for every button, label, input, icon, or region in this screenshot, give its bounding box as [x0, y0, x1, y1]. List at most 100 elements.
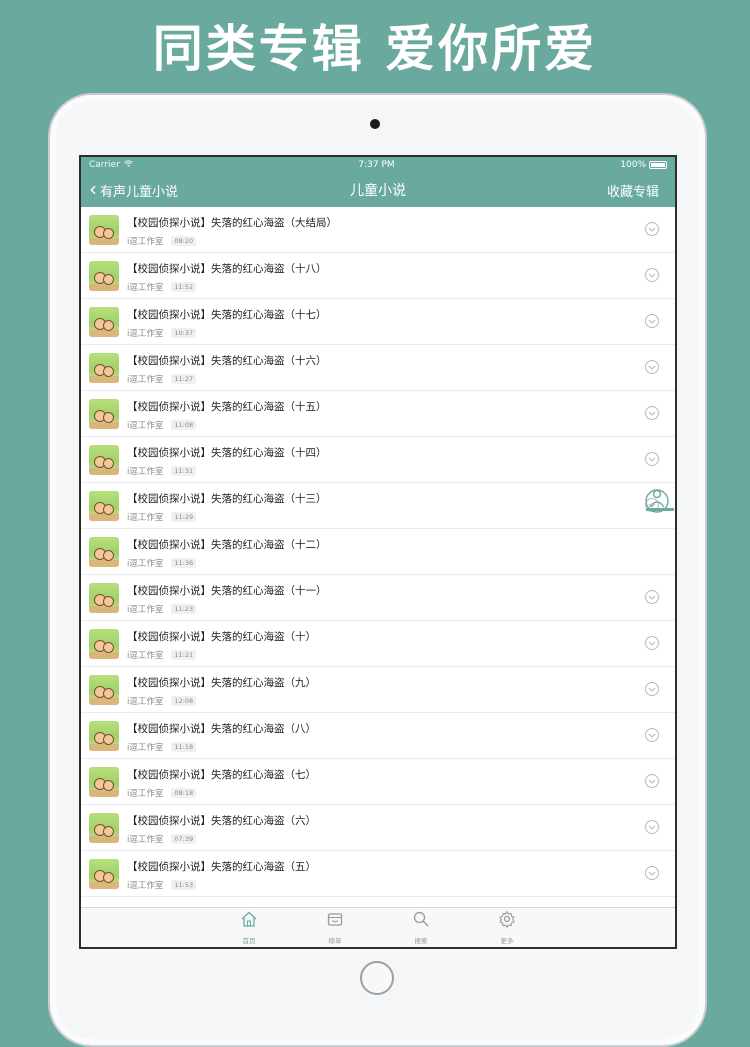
download-icon[interactable] [645, 452, 659, 466]
episode-title: 【校园侦探小说】失落的红心海盗（十三） [127, 492, 327, 505]
episode-title: 【校园侦探小说】失落的红心海盗（九） [127, 676, 316, 689]
episode-author: i逗工作室 [127, 834, 164, 845]
album-thumbnail [89, 398, 119, 429]
episode-title: 【校园侦探小说】失落的红心海盗（十四） [127, 446, 327, 459]
episode-author: i逗工作室 [127, 696, 164, 707]
episode-author: i逗工作室 [127, 374, 164, 385]
album-thumbnail [89, 674, 119, 705]
download-icon[interactable] [645, 866, 659, 880]
status-bar: Carrier 7:37 PM 100% [81, 157, 675, 173]
episode-title: 【校园侦探小说】失落的红心海盗（十一） [127, 584, 327, 597]
tab-chart-box[interactable]: 榜单 [320, 908, 350, 947]
tab-label: 搜索 [414, 937, 428, 945]
episode-title: 【校园侦探小说】失落的红心海盗（十八） [127, 262, 327, 275]
episode-duration: 11:29 [171, 511, 197, 522]
now-playing-button[interactable] [641, 484, 675, 518]
list-item[interactable]: 【校园侦探小说】失落的红心海盗（八） i逗工作室 11:18 [81, 713, 675, 759]
episode-duration: 10:37 [171, 327, 197, 338]
ipad-frame: Carrier 7:37 PM 100% ‹ 有声儿童小说 儿童小说 收藏专辑 … [48, 93, 707, 1047]
download-icon[interactable] [645, 222, 659, 236]
tab-bar: 首页 榜单 搜索 更多 [81, 907, 675, 947]
episode-duration: 11:36 [171, 557, 197, 568]
list-item[interactable]: 【校园侦探小说】失落的红心海盗（十五） i逗工作室 11:08 [81, 391, 675, 437]
episode-author: i逗工作室 [127, 742, 164, 753]
download-icon[interactable] [645, 774, 659, 788]
promo-headline: 同类专辑 爱你所爱 [152, 20, 598, 78]
list-item[interactable]: 【校园侦探小说】失落的红心海盗（五） i逗工作室 11:53 [81, 851, 675, 897]
episode-title: 【校园侦探小说】失落的红心海盗（五） [127, 860, 316, 873]
episode-title: 【校园侦探小说】失落的红心海盗（十五） [127, 400, 327, 413]
tab-label: 榜单 [328, 937, 342, 945]
list-item[interactable]: 【校园侦探小说】失落的红心海盗（七） i逗工作室 08:18 [81, 759, 675, 805]
download-icon[interactable] [645, 682, 659, 696]
album-thumbnail [89, 766, 119, 797]
album-thumbnail [89, 444, 119, 475]
list-item[interactable]: 【校园侦探小说】失落的红心海盗（十二） i逗工作室 11:36 [81, 529, 675, 575]
list-item[interactable]: 【校园侦探小说】失落的红心海盗（十） i逗工作室 11:21 [81, 621, 675, 667]
list-item[interactable]: 【校园侦探小说】失落的红心海盗（十四） i逗工作室 11:31 [81, 437, 675, 483]
episode-title: 【校园侦探小说】失落的红心海盗（十二） [127, 538, 327, 551]
list-item[interactable]: 【校园侦探小说】失落的红心海盗（九） i逗工作室 12:08 [81, 667, 675, 713]
tab-home[interactable]: 首页 [234, 908, 264, 947]
episode-duration: 11:27 [171, 373, 197, 384]
list-item[interactable]: 【校园侦探小说】失落的红心海盗（大结局） i逗工作室 08:20 [81, 207, 675, 253]
episode-duration: 11:18 [171, 741, 197, 752]
gear-icon [498, 910, 516, 932]
album-thumbnail [89, 812, 119, 843]
episode-duration: 11:23 [171, 603, 197, 614]
episode-duration: 11:53 [171, 879, 197, 890]
download-icon[interactable] [645, 728, 659, 742]
list-item[interactable]: 【校园侦探小说】失落的红心海盗（六） i逗工作室 07:39 [81, 805, 675, 851]
tab-label: 首页 [242, 937, 256, 945]
episode-title: 【校园侦探小说】失落的红心海盗（八） [127, 722, 316, 735]
page-title: 儿童小说 [350, 183, 406, 199]
list-item[interactable]: 【校园侦探小说】失落的红心海盗（十六） i逗工作室 11:27 [81, 345, 675, 391]
episode-duration: 11:21 [171, 649, 197, 660]
episode-title: 【校园侦探小说】失落的红心海盗（七） [127, 768, 316, 781]
chart-box-icon [326, 910, 344, 932]
episode-title: 【校园侦探小说】失落的红心海盗（六） [127, 814, 316, 827]
status-time: 7:37 PM [358, 160, 395, 170]
episode-author: i逗工作室 [127, 328, 164, 339]
album-thumbnail [89, 490, 119, 521]
list-item[interactable]: 【校园侦探小说】失落的红心海盗（十八） i逗工作室 11:52 [81, 253, 675, 299]
album-thumbnail [89, 352, 119, 383]
home-button[interactable] [360, 961, 394, 995]
tab-label: 更多 [500, 937, 514, 945]
episode-duration: 08:20 [171, 235, 197, 246]
episode-title: 【校园侦探小说】失落的红心海盗（十六） [127, 354, 327, 367]
carrier-label: Carrier [89, 160, 120, 170]
episode-duration: 07:39 [171, 833, 197, 844]
tab-gear[interactable]: 更多 [492, 908, 522, 947]
download-icon[interactable] [645, 314, 659, 328]
download-icon[interactable] [645, 406, 659, 420]
app-screen: Carrier 7:37 PM 100% ‹ 有声儿童小说 儿童小说 收藏专辑 … [79, 155, 677, 949]
episode-duration: 11:52 [171, 281, 197, 292]
list-item[interactable]: 【校园侦探小说】失落的红心海盗（十三） i逗工作室 11:29 [81, 483, 675, 529]
episode-title: 【校园侦探小说】失落的红心海盗（大结局） [127, 216, 337, 229]
front-camera [370, 119, 380, 129]
battery-icon [649, 161, 667, 169]
download-icon[interactable] [645, 820, 659, 834]
episode-title: 【校园侦探小说】失落的红心海盗（十七） [127, 308, 327, 321]
tab-search[interactable]: 搜索 [406, 908, 436, 947]
search-icon [412, 910, 430, 932]
download-icon[interactable] [645, 590, 659, 604]
episode-duration: 11:08 [171, 419, 197, 430]
episode-author: i逗工作室 [127, 650, 164, 661]
album-thumbnail [89, 582, 119, 613]
download-icon[interactable] [645, 360, 659, 374]
list-item[interactable]: 【校园侦探小说】失落的红心海盗（十七） i逗工作室 10:37 [81, 299, 675, 345]
list-item[interactable]: 【校园侦探小说】失落的红心海盗（十一） i逗工作室 11:23 [81, 575, 675, 621]
favorite-album-button[interactable]: 收藏专辑 [607, 173, 659, 207]
home-icon [240, 910, 258, 932]
download-icon[interactable] [645, 636, 659, 650]
album-thumbnail [89, 720, 119, 751]
episode-author: i逗工作室 [127, 282, 164, 293]
episode-author: i逗工作室 [127, 420, 164, 431]
episode-author: i逗工作室 [127, 604, 164, 615]
episode-author: i逗工作室 [127, 880, 164, 891]
download-icon[interactable] [645, 268, 659, 282]
episode-title: 【校园侦探小说】失落的红心海盗（十） [127, 630, 316, 643]
episode-duration: 12:08 [171, 695, 197, 706]
